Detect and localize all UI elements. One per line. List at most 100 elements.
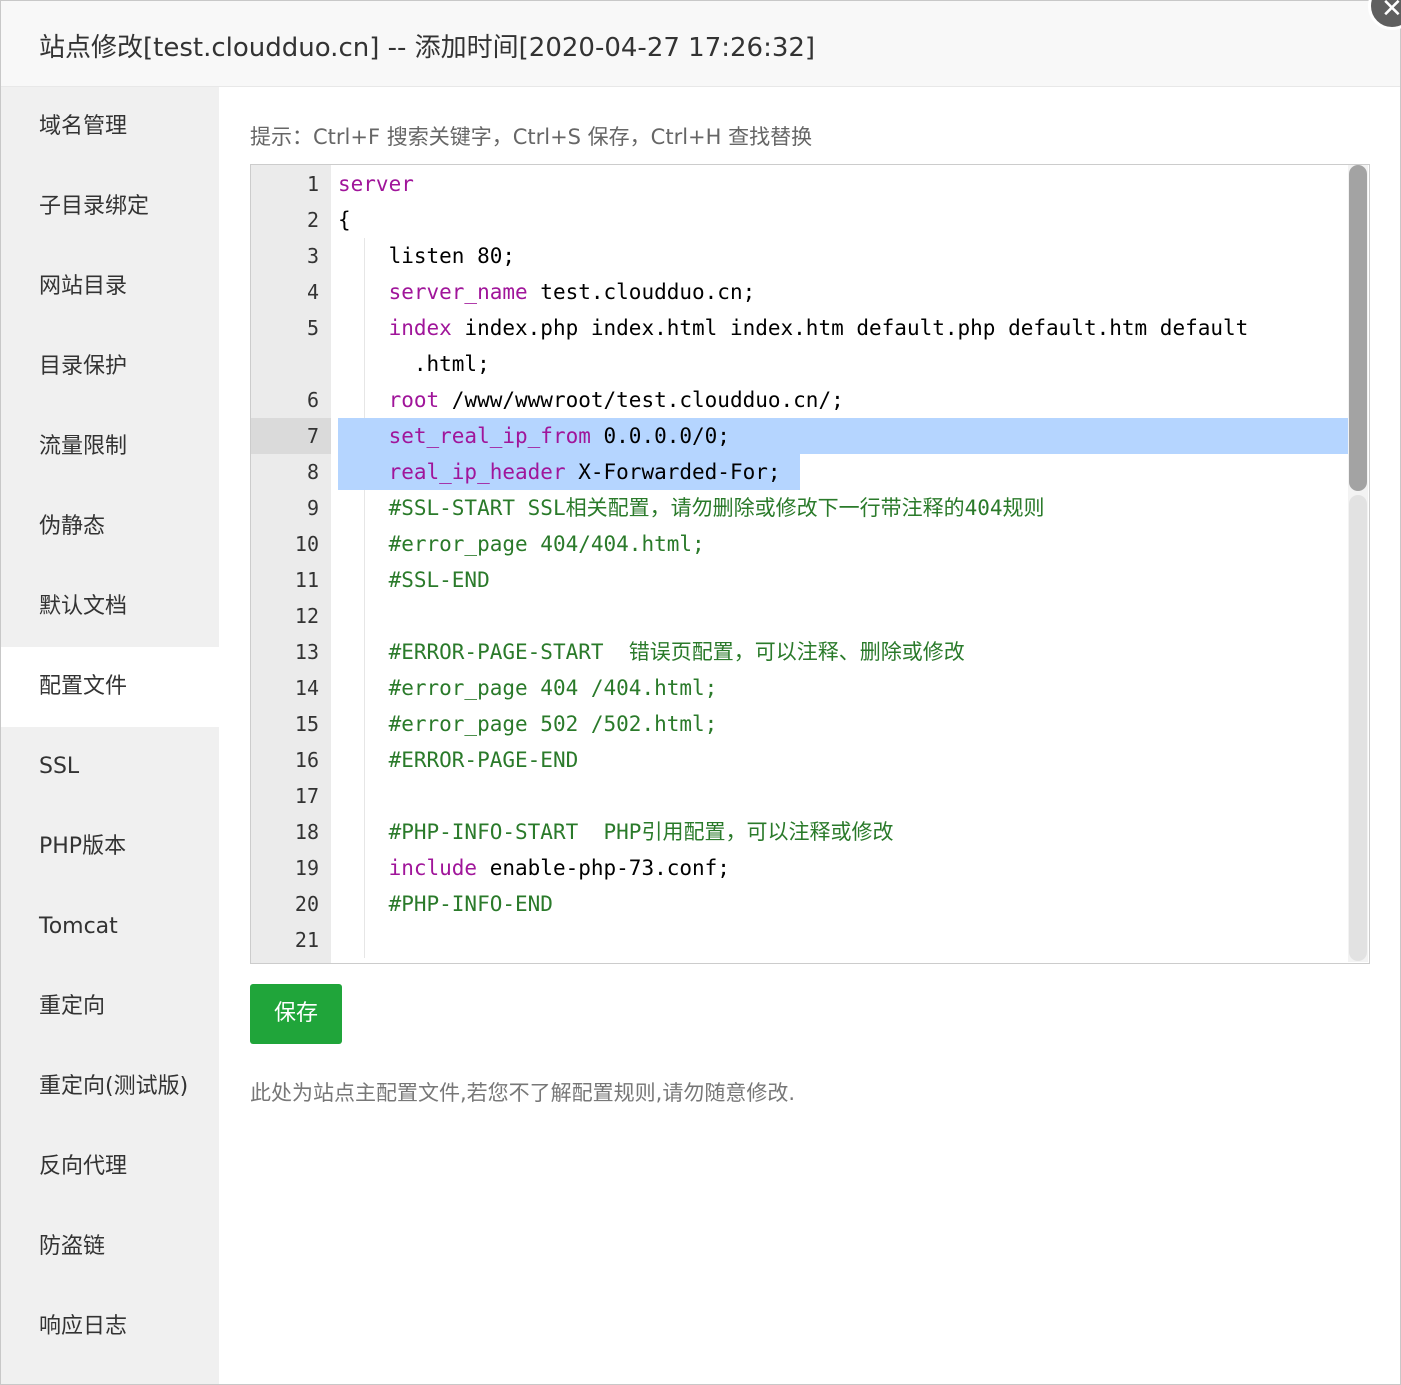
code-line[interactable]: 1 server — [251, 166, 1349, 202]
line-number — [251, 346, 331, 382]
code-line[interactable]: 16 #ERROR-PAGE-END — [251, 742, 1349, 778]
code-text: index index.php index.html index.htm def… — [338, 310, 1249, 346]
line-number: 5 — [306, 316, 319, 340]
code-line[interactable]: 21 — [251, 922, 1349, 958]
sidebar-item[interactable]: 重定向(测试版) — [1, 1047, 219, 1127]
code-line[interactable]: 18 #PHP-INFO-START PHP引用配置，可以注释或修改 — [251, 814, 1349, 850]
code-line[interactable]: 2{ — [251, 202, 1349, 238]
code-text: real_ip_header X-Forwarded-For; — [338, 454, 781, 490]
code-line[interactable]: 6 root /www/wwwroot/test.cloudduo.cn/; — [251, 382, 1349, 418]
code-keyword: server_name — [388, 280, 528, 304]
code-keyword: set_real_ip_from — [388, 424, 591, 448]
code-token: X-Forwarded-For; — [565, 460, 781, 484]
settings-sidebar: 域名管理 子目录绑定 网站目录 目录保护 流量限制 伪静态 默认文档 配置文件 SSL PHP版本… — [1, 87, 219, 1384]
code-content[interactable]: 1 server 2{3 listen 80; 4 server_name test.… — [251, 165, 1369, 963]
code-line[interactable]: 5 index index.php index.html index.htm d… — [251, 310, 1349, 346]
code-text: listen 80; — [338, 238, 515, 274]
line-number: 8 — [306, 460, 319, 484]
line-number: 19 — [294, 856, 319, 880]
sidebar-item[interactable]: 配置文件 — [1, 647, 219, 727]
shortcut-tip: 提示：Ctrl+F 搜索关键字，Ctrl+S 保存，Ctrl+H 查找替换 — [250, 125, 813, 149]
line-number: 9 — [306, 496, 319, 520]
line-number: 15 — [294, 712, 319, 736]
code-keyword: real_ip_header — [388, 460, 566, 484]
code-line[interactable]: 17 — [251, 778, 1349, 814]
code-text: #error_page 404/404.html; — [338, 526, 705, 562]
line-number: 21 — [294, 928, 319, 952]
code-comment: #PHP-INFO-START PHP引用配置，可以注释或修改 — [388, 820, 894, 844]
code-comment: #SSL-START SSL相关配置，请勿删除或修改下一行带注释的404规则 — [388, 496, 1045, 520]
config-code-editor[interactable]: 1 server 2{3 listen 80; 4 server_name test.… — [250, 164, 1370, 964]
code-text: server — [338, 166, 414, 202]
sidebar-item[interactable]: 子目录绑定 — [1, 167, 219, 247]
code-text: #error_page 502 /502.html; — [338, 706, 718, 742]
code-line[interactable]: 19 include enable-php-73.conf; — [251, 850, 1349, 886]
sidebar-item[interactable]: 响应日志 — [1, 1287, 219, 1367]
line-number: 10 — [294, 532, 319, 556]
sidebar-item[interactable]: 伪静态 — [1, 487, 219, 567]
code-comment: #ERROR-PAGE-END — [388, 748, 579, 772]
code-line[interactable]: 12 — [251, 598, 1349, 634]
code-token: test.cloudduo.cn; — [527, 280, 756, 304]
code-text: set_real_ip_from 0.0.0.0/0; — [338, 418, 730, 454]
line-number: 2 — [306, 208, 319, 232]
save-button[interactable]: 保存 — [250, 984, 342, 1044]
code-line[interactable]: 20 #PHP-INFO-END — [251, 886, 1349, 922]
code-line[interactable]: .html; — [251, 346, 1349, 382]
code-token: enable-php-73.conf; — [477, 856, 730, 880]
sidebar-item[interactable]: 目录保护 — [1, 327, 219, 407]
code-line[interactable]: 15 #error_page 502 /502.html; — [251, 706, 1349, 742]
sidebar-item[interactable]: SSL — [1, 727, 219, 807]
code-text: root /www/wwwroot/test.cloudduo.cn/; — [338, 382, 844, 418]
editor-scrollbar-thumb[interactable] — [1349, 165, 1367, 491]
code-line[interactable]: 14 #error_page 404 /404.html; — [251, 670, 1349, 706]
code-token: { — [338, 208, 351, 232]
code-comment: #SSL-END — [388, 568, 490, 592]
code-line[interactable]: 13 #ERROR-PAGE-START 错误页配置，可以注释、删除或修改 — [251, 634, 1349, 670]
sidebar-item[interactable]: Tomcat — [1, 887, 219, 967]
code-text: #error_page 404 /404.html; — [338, 670, 718, 706]
code-line[interactable]: 4 server_name test.cloudduo.cn; — [251, 274, 1349, 310]
sidebar-item[interactable]: 重定向 — [1, 967, 219, 1047]
code-text: #ERROR-PAGE-END — [338, 742, 579, 778]
sidebar-item[interactable]: 域名管理 — [1, 87, 219, 167]
code-text: #ERROR-PAGE-START 错误页配置，可以注释、删除或修改 — [338, 634, 965, 670]
code-token: .html; — [338, 352, 490, 376]
code-text: #PHP-INFO-START PHP引用配置，可以注释或修改 — [338, 814, 894, 850]
code-comment: #error_page 404 /404.html; — [388, 676, 718, 700]
line-number: 14 — [294, 676, 319, 700]
sidebar-item[interactable]: 网站目录 — [1, 247, 219, 327]
code-token: 0.0.0.0/0; — [590, 424, 730, 448]
line-number: 1 — [306, 172, 319, 196]
editor-scrollbar-lower — [1349, 495, 1367, 961]
code-token: index.php index.html index.htm default.p… — [451, 316, 1249, 340]
code-line[interactable]: 3 listen 80; — [251, 238, 1349, 274]
code-text: .html; — [338, 346, 490, 382]
sidebar-item[interactable]: 防盗链 — [1, 1207, 219, 1287]
line-number: 20 — [294, 892, 319, 916]
code-line[interactable]: 11 #SSL-END — [251, 562, 1349, 598]
line-number: 4 — [306, 280, 319, 304]
sidebar-item[interactable]: 默认文档 — [1, 567, 219, 647]
code-line[interactable]: 10 #error_page 404/404.html; — [251, 526, 1349, 562]
line-number: 17 — [294, 784, 319, 808]
code-line[interactable]: 8 real_ip_header X-Forwarded-For; — [251, 454, 1349, 490]
code-text: #SSL-END — [338, 562, 490, 598]
code-comment: #error_page 404/404.html; — [388, 532, 705, 556]
code-comment: #error_page 502 /502.html; — [388, 712, 718, 736]
sidebar-item[interactable]: 流量限制 — [1, 407, 219, 487]
code-line[interactable]: 7 set_real_ip_from 0.0.0.0/0; — [251, 418, 1349, 454]
code-line[interactable]: 9 #SSL-START SSL相关配置，请勿删除或修改下一行带注释的404规则 — [251, 490, 1349, 526]
sidebar-item[interactable]: 反向代理 — [1, 1127, 219, 1207]
sidebar-item[interactable]: PHP版本 — [1, 807, 219, 887]
